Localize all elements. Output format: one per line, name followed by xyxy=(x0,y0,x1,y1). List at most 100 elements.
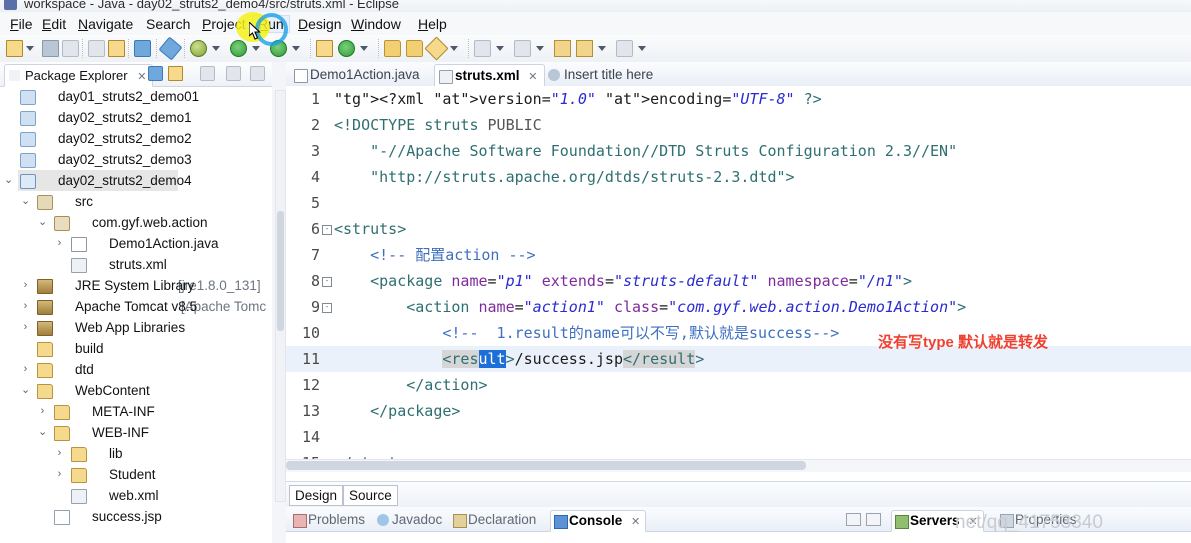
menu-file[interactable]: File xyxy=(4,15,39,33)
tree-item[interactable]: › Student xyxy=(0,464,272,485)
tab-javadoc[interactable]: Javadoc xyxy=(374,510,447,530)
tree-item[interactable]: › Demo1Action.java xyxy=(0,233,272,254)
code-line[interactable]: 3 "-//Apache Software Foundation//DTD St… xyxy=(286,138,1191,164)
previous-annotation-icon[interactable] xyxy=(514,40,531,57)
tree-item-content[interactable]: JRE System Library [jre1.8.0_131] xyxy=(35,275,261,296)
code-line[interactable]: 13 </package> xyxy=(286,398,1191,424)
tree-item[interactable]: ⌄ day02_struts2_demo4 xyxy=(0,170,272,191)
tab-struts-xml[interactable]: struts.xml ✕ xyxy=(434,64,545,87)
collapse-all-icon[interactable] xyxy=(148,66,163,81)
chevron-down-icon[interactable]: ⌄ xyxy=(21,196,30,207)
open-type-icon[interactable] xyxy=(384,40,401,57)
run-dropdown-arrow-icon[interactable] xyxy=(252,46,260,51)
code-line[interactable]: 9- <action name="action1" class="com.gyf… xyxy=(286,294,1191,320)
tree-item[interactable]: day02_struts2_demo2 xyxy=(0,128,272,149)
open-task-icon[interactable] xyxy=(406,40,423,57)
next-annotation-icon[interactable] xyxy=(474,40,491,57)
tree-item[interactable]: success.jsp xyxy=(0,506,272,527)
next-edit-icon[interactable] xyxy=(616,40,633,57)
tree-item[interactable]: › Web App Libraries xyxy=(0,317,272,338)
code-line[interactable]: 1 "tg"><?xml "at">version="1.0" "at">enco… xyxy=(286,86,1191,112)
tab-demo1action-java[interactable]: Demo1Action.java xyxy=(290,64,426,85)
code-line[interactable]: 8- <package name="p1" extends="struts-de… xyxy=(286,268,1191,294)
forward-dropdown-arrow-icon[interactable] xyxy=(598,46,606,51)
next-annotation-dropdown-arrow-icon[interactable] xyxy=(496,46,504,51)
code-line[interactable]: 2 <!DOCTYPE struts PUBLIC xyxy=(286,112,1191,138)
tree-item-content[interactable]: day02_struts2_demo2 xyxy=(18,128,192,149)
chevron-right-icon[interactable]: › xyxy=(55,448,64,459)
tree-item[interactable]: › JRE System Library [jre1.8.0_131] xyxy=(0,275,272,296)
tree-item-content[interactable]: com.gyf.web.action xyxy=(52,212,208,233)
save-icon[interactable] xyxy=(42,40,59,57)
tree-item-content[interactable]: src xyxy=(35,191,93,212)
chevron-down-icon[interactable]: ⌄ xyxy=(38,217,47,228)
chevron-right-icon[interactable]: › xyxy=(21,280,30,291)
history-icon[interactable] xyxy=(108,40,125,57)
menu-navigate[interactable]: Navigate xyxy=(72,15,139,33)
chevron-down-icon[interactable]: ⌄ xyxy=(21,385,30,396)
run-green-play-icon[interactable] xyxy=(230,40,247,57)
tree-item-content[interactable]: Web App Libraries xyxy=(35,317,185,338)
menu-search[interactable]: Search xyxy=(140,15,196,33)
tab-problems[interactable]: Problems xyxy=(290,510,370,530)
tab-package-explorer[interactable]: Package Explorer ✕ xyxy=(4,64,154,87)
link-with-editor-icon[interactable] xyxy=(168,66,183,81)
menu-design[interactable]: Design xyxy=(292,15,348,33)
print-icon[interactable] xyxy=(88,40,105,57)
tree-item[interactable]: struts.xml xyxy=(0,254,272,275)
tree-item-content[interactable]: struts.xml xyxy=(69,254,167,275)
tab-properties[interactable]: Properties xyxy=(997,510,1082,530)
close-icon[interactable]: ✕ xyxy=(528,71,537,83)
code-line[interactable]: 5 xyxy=(286,190,1191,216)
tree-item[interactable]: day02_struts2_demo3 xyxy=(0,149,272,170)
minimize-view-icon[interactable] xyxy=(846,513,861,526)
tab-insert-title-here[interactable]: Insert title here xyxy=(544,64,659,85)
focus-on-active-task-icon[interactable] xyxy=(200,66,215,81)
tree-item-content[interactable]: dtd xyxy=(35,359,94,380)
code-line[interactable]: 11 <result>/success.jsp</result> xyxy=(286,346,1191,372)
menu-window[interactable]: Window xyxy=(345,15,407,33)
fold-toggle-icon[interactable]: - xyxy=(322,303,332,313)
tab-source[interactable]: Source xyxy=(343,485,398,506)
minimize-view-icon[interactable] xyxy=(250,66,265,81)
git-icon[interactable] xyxy=(338,40,355,57)
tree-item[interactable]: ⌄ WebContent xyxy=(0,380,272,401)
code-line[interactable]: 6- <struts> xyxy=(286,216,1191,242)
next-edit-dropdown-arrow-icon[interactable] xyxy=(638,46,646,51)
tab-design[interactable]: Design xyxy=(289,485,344,506)
explorer-editor-splitter[interactable] xyxy=(272,62,286,543)
tree-item-content[interactable]: day02_struts2_demo3 xyxy=(18,149,192,170)
chevron-right-icon[interactable]: › xyxy=(38,406,47,417)
chevron-down-icon[interactable]: ⌄ xyxy=(4,175,13,186)
package-icon[interactable] xyxy=(316,40,333,57)
chevron-down-icon[interactable]: ⌄ xyxy=(38,427,47,438)
menu-edit[interactable]: Edit xyxy=(36,15,72,33)
fold-toggle-icon[interactable]: - xyxy=(322,277,332,287)
tree-item-content[interactable]: lib xyxy=(69,443,123,464)
new-document-icon[interactable] xyxy=(6,40,23,57)
run-external-dropdown-arrow-icon[interactable] xyxy=(292,46,300,51)
close-icon[interactable]: ✕ xyxy=(968,516,977,528)
back-arrow-icon[interactable] xyxy=(554,40,571,57)
code-line[interactable]: 10 <!-- 1.result的name可以不写,默认就是success--> xyxy=(286,320,1191,346)
explorer-scrollbar[interactable] xyxy=(275,90,286,502)
view-menu-icon[interactable] xyxy=(226,66,241,81)
console-icon[interactable] xyxy=(134,40,151,57)
tree-item-content[interactable]: day02_struts2_demo4 xyxy=(18,170,192,191)
chevron-right-icon[interactable]: › xyxy=(21,301,30,312)
maximize-view-icon[interactable] xyxy=(866,513,881,526)
tree-item-content[interactable]: WEB-INF xyxy=(52,422,149,443)
close-icon[interactable]: ✕ xyxy=(137,71,146,83)
tree-item-content[interactable]: success.jsp xyxy=(52,506,162,527)
previous-annotation-dropdown-arrow-icon[interactable] xyxy=(536,46,544,51)
tree-item-content[interactable]: web.xml xyxy=(69,485,159,506)
debug-dropdown-arrow-icon[interactable] xyxy=(212,46,220,51)
tree-item-content[interactable]: META-INF xyxy=(52,401,155,422)
tree-item[interactable]: day02_struts2_demo1 xyxy=(0,107,272,128)
search-dropdown-arrow-icon[interactable] xyxy=(450,46,458,51)
git-dropdown-arrow-icon[interactable] xyxy=(360,46,368,51)
tree-item[interactable]: build xyxy=(0,338,272,359)
close-icon[interactable]: ✕ xyxy=(631,516,640,528)
tree-item[interactable]: › Apache Tomcat v8.5 [Apache Tomc xyxy=(0,296,272,317)
chevron-right-icon[interactable]: › xyxy=(55,469,64,480)
